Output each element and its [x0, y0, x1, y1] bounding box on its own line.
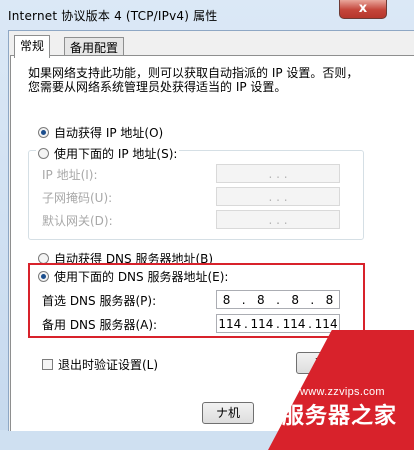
watermark-url: www.zzvips.com	[300, 386, 385, 398]
preferred-dns-octet: 8	[222, 292, 231, 307]
validate-on-exit-box	[42, 359, 53, 370]
ok-button[interactable]: ナ机	[202, 402, 254, 424]
ip-manual-radio[interactable]: 使用下面的 IP 地址(S):	[36, 145, 180, 162]
tab-alternate-config-label: 备用配置	[70, 41, 119, 55]
alternate-dns-octet: 114	[282, 316, 306, 331]
window-title: Internet 协议版本 4 (TCP/IPv4) 属性	[8, 9, 218, 23]
default-gateway-input[interactable]: . . .	[216, 210, 340, 229]
close-icon: x	[358, 1, 368, 16]
ip-manual-label: 使用下面的 IP 地址(S):	[54, 147, 178, 161]
preferred-dns-octet: 8	[291, 292, 299, 307]
default-gateway-label: 默认网关(D):	[42, 214, 113, 228]
ip-auto-radio[interactable]: 自动获得 IP 地址(O)	[38, 124, 163, 141]
description-line: 如果网络支持此功能，则可以获取自动指派的 IP 设置。否则，	[28, 66, 359, 80]
description-line: 您需要从网络系统管理员处获得适当的 IP 设置。	[28, 80, 287, 94]
subnet-mask-label: 子网掩码(U):	[42, 191, 113, 205]
ip-manual-radio-dot	[38, 148, 49, 159]
watermark-brand: 服务器之家	[282, 404, 398, 429]
validate-on-exit-label: 退出时验证设置(L)	[58, 358, 159, 372]
ip-address-label: IP 地址(I):	[42, 168, 98, 182]
tab-general-label: 常规	[20, 39, 45, 53]
close-button[interactable]: x	[339, 0, 387, 19]
validate-on-exit-checkbox[interactable]: 退出时验证设置(L)	[42, 356, 158, 373]
preferred-dns-input[interactable]: 8. 8. 8. 8	[216, 290, 340, 309]
tab-general[interactable]: 常规	[14, 35, 51, 58]
dns-manual-radio[interactable]: 使用下面的 DNS 服务器地址(E):	[38, 268, 228, 285]
alternate-dns-input[interactable]: 114. 114. 114. 114	[216, 314, 340, 333]
ip-auto-label: 自动获得 IP 地址(O)	[54, 126, 164, 140]
dns-manual-label: 使用下面的 DNS 服务器地址(E):	[54, 270, 229, 284]
ip-address-input[interactable]: . . .	[216, 164, 340, 183]
alternate-dns-octet: 114	[250, 316, 274, 331]
dialog-window: Internet 协议版本 4 (TCP/IPv4) 属性 x 常规 备用配置 …	[0, 0, 414, 450]
preferred-dns-octet: 8	[325, 292, 334, 307]
ip-auto-radio-dot	[38, 127, 49, 138]
preferred-dns-octet: 8	[257, 292, 265, 307]
dns-manual-radio-dot	[38, 271, 49, 282]
alternate-dns-label: 备用 DNS 服务器(A):	[42, 318, 158, 332]
preferred-dns-label: 首选 DNS 服务器(P):	[42, 294, 157, 308]
subnet-mask-input[interactable]: . . .	[216, 187, 340, 206]
alternate-dns-octet: 114	[314, 316, 338, 331]
description-text: 如果网络支持此功能，则可以获取自动指派的 IP 设置。否则， 您需要从网络系统管…	[28, 66, 378, 94]
alternate-dns-octet: 114	[218, 316, 242, 331]
